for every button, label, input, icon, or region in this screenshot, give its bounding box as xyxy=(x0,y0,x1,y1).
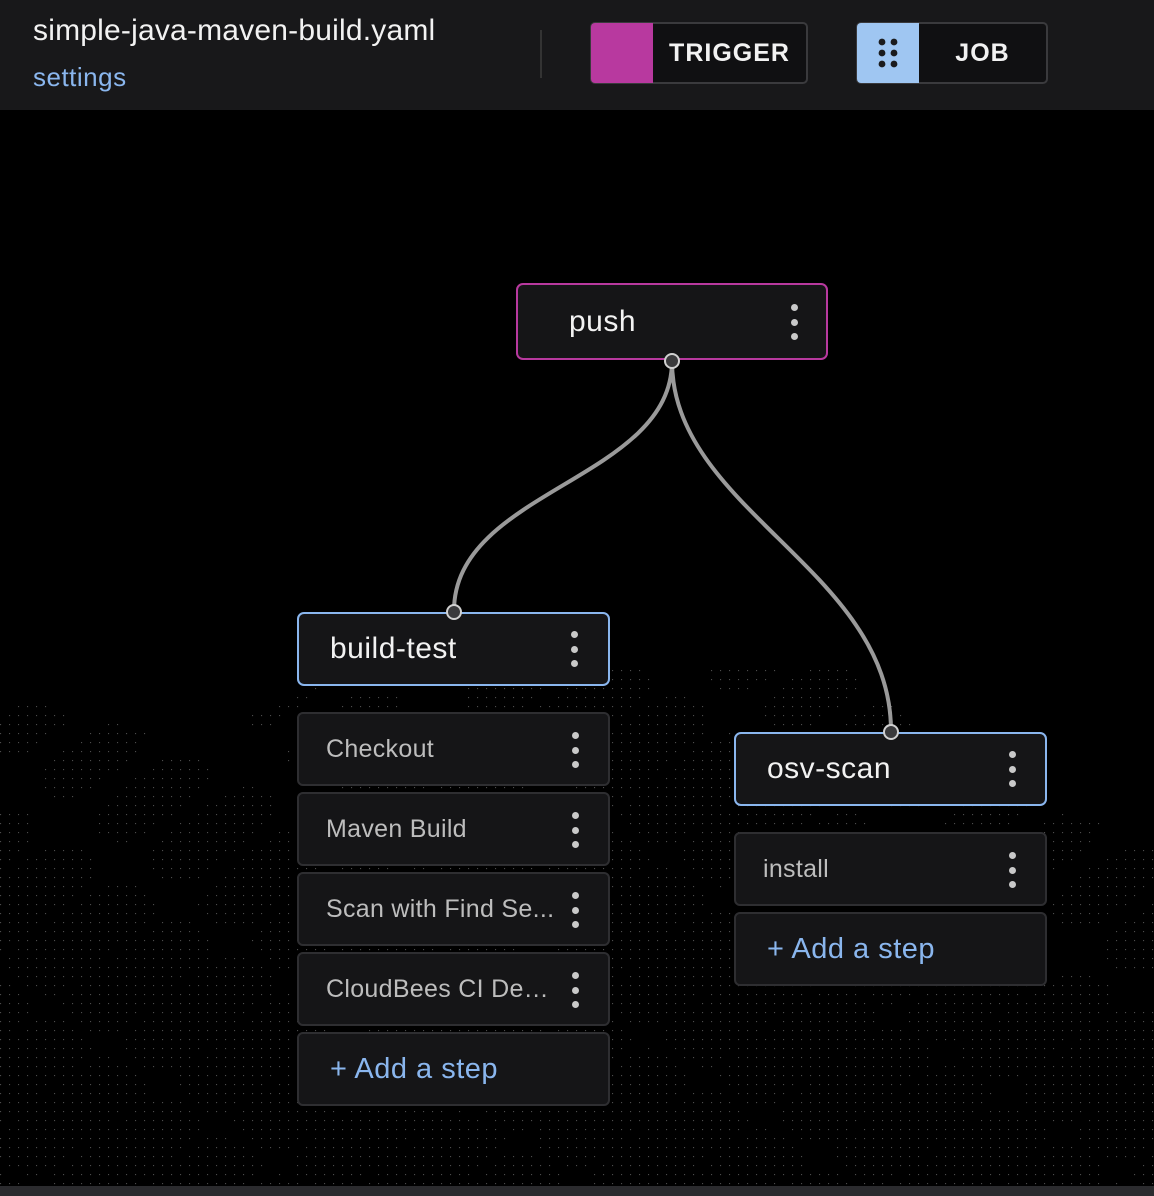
step-label: CloudBees CI Dep... xyxy=(326,974,556,1003)
add-trigger-button[interactable]: TRIGGER xyxy=(590,22,808,84)
kebab-menu-icon[interactable] xyxy=(568,732,582,768)
job-node-label: build-test xyxy=(330,632,457,665)
step-cloudbees-ci-deploy[interactable]: CloudBees CI Dep... xyxy=(297,952,610,1026)
trigger-node-push[interactable]: push xyxy=(516,283,828,360)
kebab-menu-icon[interactable] xyxy=(567,631,581,667)
trigger-node-label: push xyxy=(569,304,637,338)
add-step-label: + Add a step xyxy=(767,932,936,965)
step-maven-build[interactable]: Maven Build xyxy=(297,792,610,866)
input-handle[interactable] xyxy=(446,604,462,620)
job-node-label: osv-scan xyxy=(767,752,892,785)
step-checkout[interactable]: Checkout xyxy=(297,712,610,786)
kebab-menu-icon[interactable] xyxy=(568,812,582,848)
kebab-menu-icon[interactable] xyxy=(787,304,801,340)
kebab-menu-icon[interactable] xyxy=(1005,852,1019,888)
step-label: Scan with Find Se... xyxy=(326,894,555,923)
add-step-button[interactable]: + Add a step xyxy=(297,1032,610,1106)
job-node-build-test[interactable]: build-test xyxy=(297,612,610,686)
add-job-button[interactable]: JOB xyxy=(856,22,1048,84)
edge-push-to-osv-scan xyxy=(670,360,893,732)
step-install[interactable]: install xyxy=(734,832,1047,906)
step-scan-find-security[interactable]: Scan with Find Se... xyxy=(297,872,610,946)
drag-handle-icon xyxy=(857,23,919,83)
output-handle[interactable] xyxy=(664,353,680,369)
kebab-menu-icon[interactable] xyxy=(568,892,582,928)
add-step-label: + Add a step xyxy=(330,1052,499,1085)
kebab-menu-icon[interactable] xyxy=(1005,751,1019,787)
top-toolbar: simple-java-maven-build.yaml settings TR… xyxy=(0,0,1154,111)
workflow-canvas[interactable]: push build-test Checkout Maven Build Sca… xyxy=(0,110,1154,1186)
step-label: Maven Build xyxy=(326,814,467,843)
input-handle[interactable] xyxy=(883,724,899,740)
toolbar-divider xyxy=(540,30,542,78)
add-step-button[interactable]: + Add a step xyxy=(734,912,1047,986)
horizontal-scrollbar[interactable] xyxy=(0,1186,1154,1196)
job-button-label: JOB xyxy=(955,38,1010,67)
trigger-swatch-icon xyxy=(591,23,653,83)
step-label: install xyxy=(763,854,830,883)
trigger-button-label: TRIGGER xyxy=(669,38,790,67)
job-node-osv-scan[interactable]: osv-scan xyxy=(734,732,1047,806)
step-label: Checkout xyxy=(326,734,435,763)
edge-push-to-build-test xyxy=(452,360,674,612)
kebab-menu-icon[interactable] xyxy=(568,972,582,1008)
workflow-file-name: simple-java-maven-build.yaml xyxy=(33,14,436,47)
settings-link[interactable]: settings xyxy=(33,62,127,93)
